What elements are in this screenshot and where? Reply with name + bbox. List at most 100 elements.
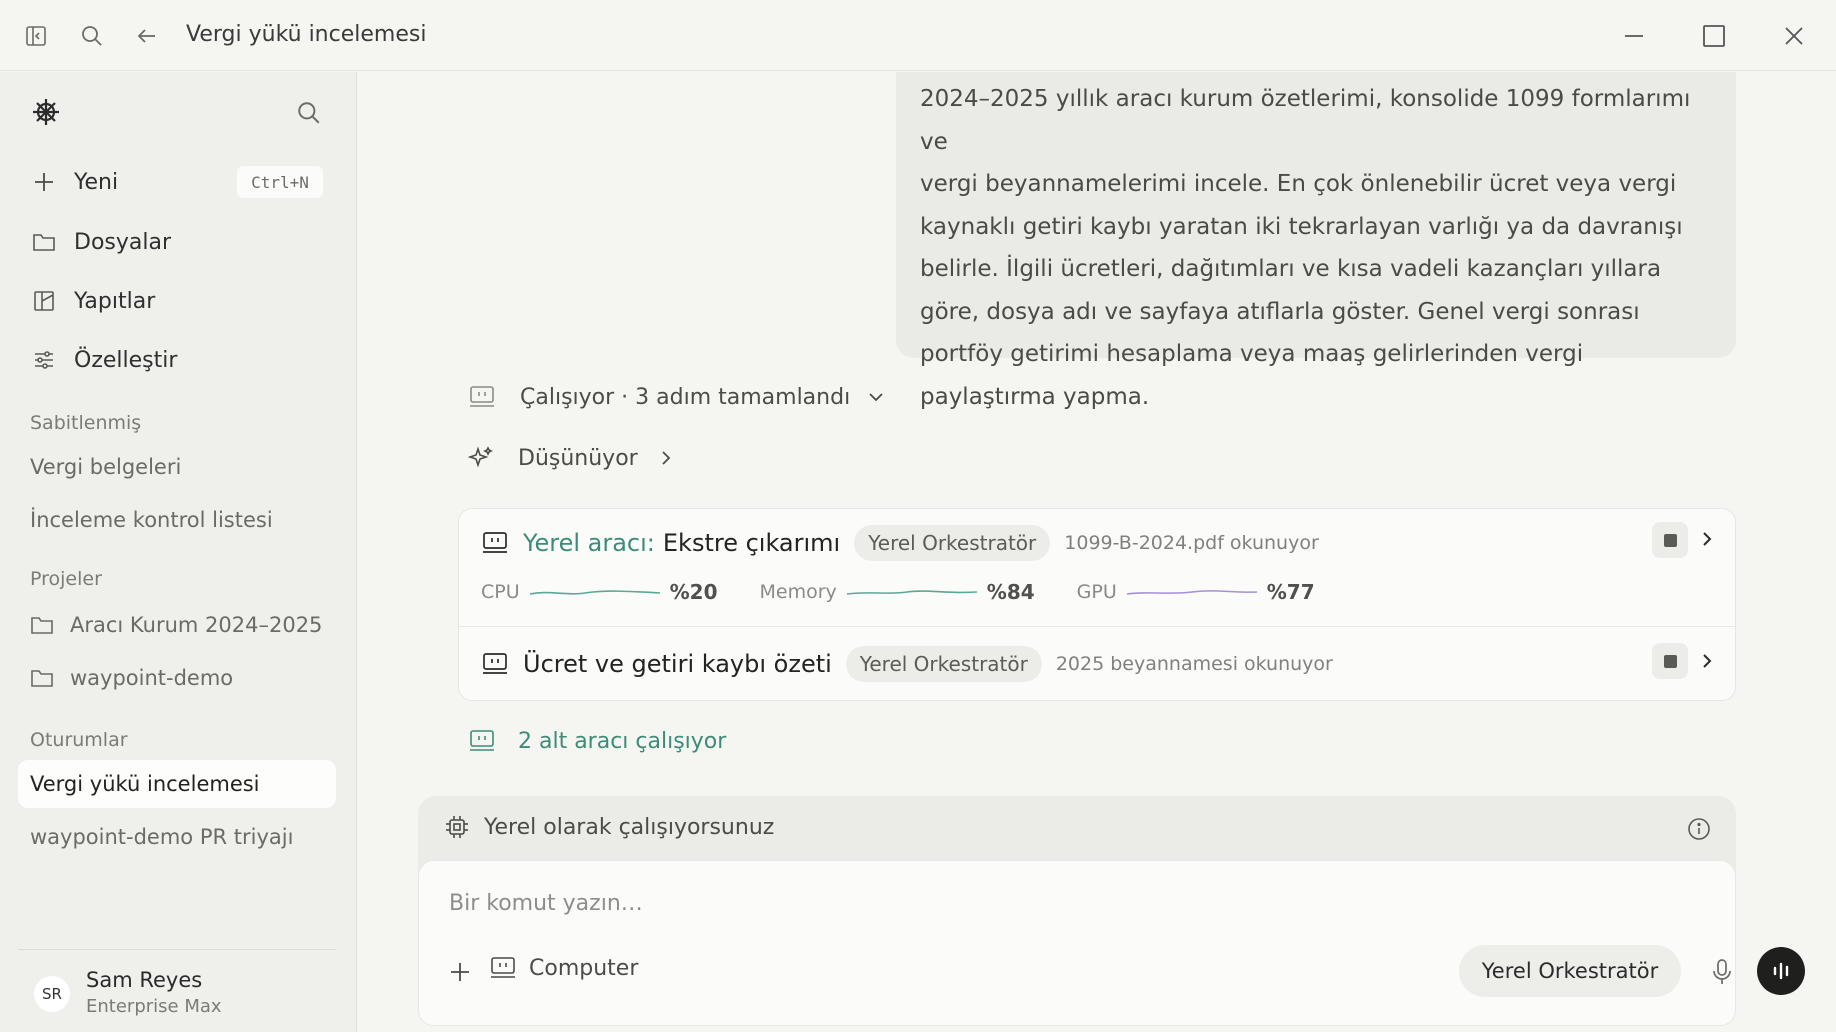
sidebar-divider: [18, 949, 336, 950]
run-status-label: Çalışıyor · 3 adım tamamlandı: [520, 384, 851, 410]
nav-item-artifacts-label: Yapıtlar: [74, 288, 156, 314]
chevron-right-icon[interactable]: [1695, 649, 1719, 673]
nav-item-customize[interactable]: Özelleştir: [30, 340, 177, 380]
microphone-icon[interactable]: [1709, 957, 1739, 987]
user-message-line: 2024–2025 yıllık aracı kurum özetlerimi,…: [920, 86, 1691, 155]
user-message-line: kaynaklı getiri kaybı yaratan iki tekrar…: [920, 213, 1683, 240]
composer-panel: Yerel olarak çalışıyorsunuz Computer Yer…: [418, 796, 1805, 1026]
prompt-input[interactable]: [449, 885, 1649, 921]
model-selector[interactable]: Yerel Orkestratör: [1459, 945, 1681, 997]
pinned-item-tax-documents[interactable]: Vergi belgeleri: [30, 455, 181, 479]
metric-cpu: CPU %20: [481, 580, 718, 604]
metric-label: Memory: [759, 581, 837, 603]
new-chat-label: Yeni: [74, 169, 119, 195]
agent-card: Yerel aracı: Ekstre çıkarımı Yerel Orkes…: [458, 508, 1736, 701]
project-item-brokerage[interactable]: Aracı Kurum 2024–2025: [30, 612, 322, 638]
sparkle-icon: [468, 445, 494, 471]
sub-agents-label: 2 alt aracı çalışıyor: [518, 728, 727, 754]
thinking-label: Düşünüyor: [518, 445, 638, 471]
user-message-line: belirle. İlgili ücretleri, dağıtımları v…: [920, 256, 1662, 282]
back-arrow-icon[interactable]: [131, 20, 163, 52]
title-bar: Vergi yükü incelemesi: [0, 0, 1836, 71]
avatar[interactable]: SR: [34, 976, 70, 1012]
stop-icon: [1663, 533, 1677, 547]
close-icon[interactable]: [1774, 16, 1814, 56]
pinned-heading: Sabitlenmiş: [30, 412, 142, 434]
session-item-active[interactable]: Vergi yükü incelemesi: [18, 760, 336, 808]
agent-title: Ücret ve getiri kaybı özeti: [523, 650, 832, 678]
session-item-label: Vergi yükü incelemesi: [30, 772, 260, 796]
plus-icon: [30, 168, 58, 196]
computer-icon: [481, 649, 511, 679]
chip-icon: [444, 814, 470, 840]
stop-agent-button[interactable]: [1652, 643, 1688, 679]
folder-icon: [30, 228, 58, 256]
info-icon[interactable]: [1686, 816, 1714, 844]
project-item-label: Aracı Kurum 2024–2025: [70, 613, 323, 637]
minimize-icon[interactable]: [1614, 16, 1654, 56]
chevron-down-icon: [866, 387, 886, 407]
sidebar-search-icon[interactable]: [296, 100, 324, 128]
agent-row-extraction[interactable]: Yerel aracı: Ekstre çıkarımı Yerel Orkes…: [459, 509, 1735, 627]
user-name[interactable]: Sam Reyes: [86, 968, 202, 992]
new-chat-shortcut: Ctrl+N: [237, 166, 323, 198]
agent-badge: Yerel Orkestratör: [854, 525, 1051, 561]
sidebar: Yeni Ctrl+N Dosyalar Yapıtlar Özelleştir…: [0, 72, 357, 1032]
user-message-line: paylaştırma yapma.: [920, 383, 1150, 410]
pinned-item-review-checklist[interactable]: İnceleme kontrol listesi: [30, 508, 273, 532]
memory-sparkline: [846, 590, 977, 595]
agent-title: Ekstre çıkarımı: [662, 529, 841, 557]
nav-item-files[interactable]: Dosyalar: [30, 222, 171, 262]
computer-icon: [468, 728, 496, 754]
metric-value: %84: [986, 580, 1035, 604]
computer-tool-button[interactable]: Computer: [489, 955, 638, 981]
computer-tool-label: Computer: [529, 955, 639, 981]
metric-memory: Memory %84: [760, 580, 1035, 604]
folder-icon: [30, 612, 56, 638]
chevron-right-icon: [656, 448, 676, 468]
nav-item-artifacts[interactable]: Yapıtlar: [30, 281, 155, 321]
nav-item-files-label: Dosyalar: [74, 229, 172, 255]
chat-area: 2024–2025 yıllık aracı kurum özetlerimi,…: [358, 72, 1836, 1032]
resource-metrics: CPU %20 Memory %84 GPU %77: [481, 580, 1357, 604]
composer: Computer Yerel Orkestratör: [418, 860, 1805, 1026]
agent-prefix: Yerel aracı:: [523, 529, 655, 557]
computer-icon: [468, 384, 496, 410]
projects-heading: Projeler: [30, 568, 102, 590]
metric-value: %77: [1266, 580, 1315, 604]
sliders-icon: [30, 346, 58, 374]
user-message-bubble: 2024–2025 yıllık aracı kurum özetlerimi,…: [896, 72, 1736, 410]
run-status-toggle[interactable]: Çalışıyor · 3 adım tamamlandı: [468, 384, 886, 410]
metric-label: GPU: [1076, 581, 1117, 603]
artifacts-icon: [30, 287, 58, 315]
stop-icon: [1663, 654, 1677, 668]
metric-value: %20: [669, 580, 718, 604]
chevron-right-icon[interactable]: [1695, 527, 1719, 551]
sidebar-toggle-icon[interactable]: [20, 20, 52, 52]
search-icon[interactable]: [76, 20, 108, 52]
add-attachment-button[interactable]: [445, 957, 475, 987]
maximize-icon[interactable]: [1694, 16, 1734, 56]
session-item-waypoint-pr[interactable]: waypoint-demo PR triyajı: [30, 825, 293, 849]
folder-icon: [30, 665, 56, 691]
agent-activity: 2025 beyannamesi okunuyor: [1055, 653, 1333, 675]
sub-agents-link[interactable]: 2 alt aracı çalışıyor: [468, 728, 726, 754]
agent-badge: Yerel Orkestratör: [845, 646, 1042, 682]
thinking-toggle[interactable]: Düşünüyor: [468, 445, 676, 471]
computer-icon: [489, 955, 517, 981]
app-logo-icon: [30, 96, 62, 128]
voice-waveform-icon: [1773, 962, 1789, 980]
metric-label: CPU: [481, 581, 520, 603]
user-message-line: vergi beyannamelerimi incele. En çok önl…: [920, 171, 1677, 197]
cpu-sparkline: [529, 590, 660, 595]
new-chat-button[interactable]: Yeni: [30, 162, 118, 202]
agent-row-fee-summary[interactable]: Ücret ve getiri kaybı özeti Yerel Orkest…: [459, 627, 1735, 702]
gpu-sparkline: [1126, 590, 1257, 595]
nav-item-customize-label: Özelleştir: [74, 347, 178, 373]
stop-agent-button[interactable]: [1652, 522, 1688, 558]
project-item-waypoint[interactable]: waypoint-demo: [30, 665, 233, 691]
computer-icon: [481, 528, 511, 558]
metric-gpu: GPU %77: [1077, 580, 1315, 604]
voice-mode-button[interactable]: [1757, 947, 1805, 995]
local-mode-label: Yerel olarak çalışıyorsunuz: [484, 814, 775, 840]
